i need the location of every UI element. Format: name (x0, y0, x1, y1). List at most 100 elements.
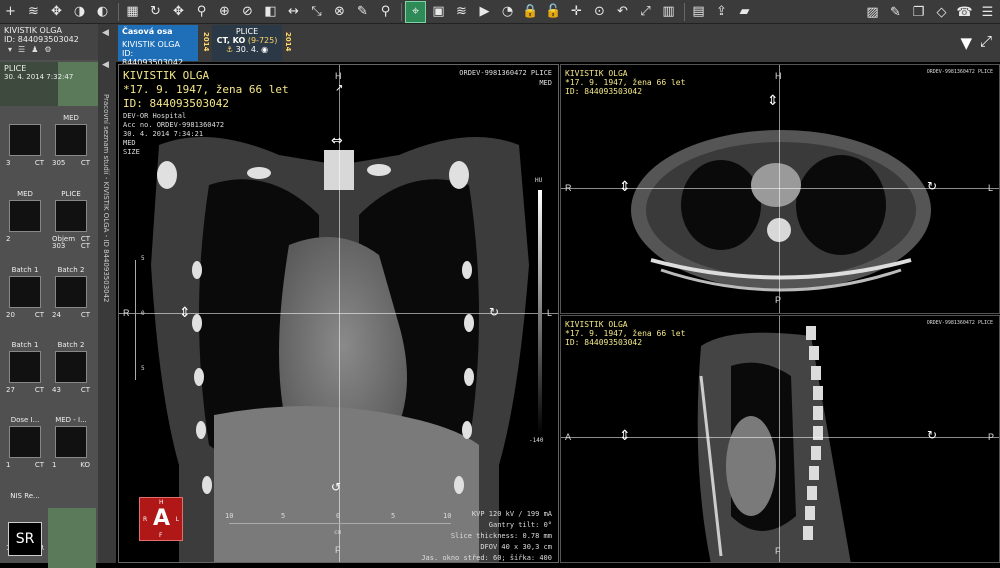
rotate-handle-bottom-icon[interactable]: ↺ (331, 480, 341, 494)
pdf-icon[interactable]: ▤ (688, 1, 709, 23)
tab-plice[interactable]: PLICE CT, KO (9-725) ⚓ 30. 4. ◉ (212, 25, 282, 61)
add-icon[interactable]: + (0, 1, 21, 23)
viewport-coronal[interactable]: KIVISTIK OLGA *17. 9. 1947, žena 66 let … (118, 64, 559, 563)
series-image (9, 276, 41, 308)
collapse-left-icon[interactable]: ◀ (102, 28, 109, 38)
series-thumbnail[interactable]: MED 2 (2, 190, 48, 262)
cine-icon[interactable]: ◔ (497, 1, 518, 23)
series-image (9, 351, 41, 383)
compare-icon[interactable]: ▥ (658, 1, 679, 23)
series-thumbnail[interactable]: 3 CT (2, 114, 48, 186)
zoom-region-icon[interactable]: ⊕ (214, 1, 235, 23)
viewport-sagittal[interactable]: KIVISTIK OLGA *17. 9. 1947, žena 66 let … (560, 315, 1000, 563)
target-icon[interactable]: ⊙ (589, 1, 610, 23)
series-thumbnail[interactable]: 303 CT (48, 190, 94, 262)
grid-layout-icon[interactable]: ▦ (122, 1, 143, 23)
rotate-icon[interactable]: ↻ (145, 1, 166, 23)
crosshair-icon[interactable]: ✛ (566, 1, 587, 23)
play-icon[interactable]: ▶ (474, 1, 495, 23)
axes-icon[interactable]: ⤡ (306, 1, 327, 23)
pencil-icon[interactable]: ✎ (885, 1, 906, 23)
series-caption: NIS Re... (10, 492, 40, 500)
series-caption: MED - I... (55, 416, 87, 424)
series-thumbnail[interactable]: Batch 2 43 CT (48, 341, 94, 413)
cube-icon[interactable]: ◇ (931, 1, 952, 23)
orientation-cube[interactable]: H R A L F (139, 497, 183, 541)
image-icon[interactable]: ▨ (862, 1, 883, 23)
series-image (55, 351, 87, 383)
zoom-icon[interactable]: ⚲ (191, 1, 212, 23)
contrast-icon[interactable]: ◑ (69, 1, 90, 23)
toolbar-separator (401, 2, 402, 21)
series-caption: MED (17, 190, 33, 198)
series-thumbnail[interactable]: Batch 1 27 CT (2, 341, 48, 413)
move-icon[interactable]: ✥ (46, 1, 67, 23)
ov-hospital: DEV-OR Hospital (123, 112, 187, 120)
viewport-axial[interactable]: KIVISTIK OLGA *17. 9. 1947, žena 66 let … (560, 64, 1000, 314)
ax-resize-left-icon[interactable]: ⇕ (619, 179, 631, 195)
lock-icon[interactable]: 🔒 (520, 1, 541, 23)
folder-icon[interactable]: ▰ (734, 1, 755, 23)
xy-icon[interactable]: ⤢ (635, 1, 656, 23)
ov-acc: Acc no. ORDEV-9981360472 (123, 121, 225, 129)
series-thumbnail[interactable]: Batch 1 20 CT (2, 266, 48, 338)
ax-resize-icon[interactable]: ⇕ (767, 93, 779, 109)
tab-timeline[interactable]: Časová osa KIVISTIK OLGA ID: 84409350304… (118, 25, 198, 67)
ax-orient-bottom: P (775, 295, 782, 305)
pin-icon[interactable]: ⚲ (375, 1, 396, 23)
eye-icon: ◉ (261, 45, 269, 54)
series-thumbnail[interactable]: Dose I... 1 CT (2, 416, 48, 488)
ax-rotate-icon[interactable]: ↻ (927, 179, 937, 193)
fullscreen-icon[interactable]: ⤢ (980, 32, 992, 50)
study-header[interactable]: PLICE 30. 4. 2014 7:32:47 (0, 62, 98, 106)
no-annotations-icon[interactable]: ✎ (352, 1, 373, 23)
cube-top: H (159, 499, 164, 506)
series-count: 1 (6, 461, 11, 469)
diagonal-arrow-icon[interactable]: ↗ (335, 83, 343, 94)
ax-orient-right: L (988, 183, 994, 193)
horizontal-resize-icon[interactable]: ⇔ (331, 133, 343, 149)
rotate-handle-icon[interactable]: ↻ (489, 305, 499, 319)
hscale-unit: cm (334, 529, 342, 536)
half-contrast-icon[interactable]: ◧ (260, 1, 281, 23)
tab-timeline-title: Časová osa (122, 27, 173, 36)
lock2-icon[interactable]: 🔓 (543, 1, 564, 23)
info-window: Jas. okno střed: 60; šířka: 400 (421, 554, 552, 562)
menu-icon[interactable]: ☰ (977, 1, 998, 23)
pan-icon[interactable]: ✥ (168, 1, 189, 23)
windows-icon[interactable]: ❐ (908, 1, 929, 23)
chevron-down-icon[interactable]: ▾ (8, 45, 12, 54)
distance-icon[interactable]: ↔ (283, 1, 304, 23)
expand-left-icon[interactable]: ◀ (102, 60, 109, 70)
window-level-bar[interactable] (538, 190, 542, 435)
list-icon[interactable]: ☰ (18, 45, 25, 54)
export-icon[interactable]: ⇪ (711, 1, 732, 23)
toolbar-separator (118, 2, 119, 21)
ax-crosshair-v[interactable] (779, 65, 780, 313)
save-icon[interactable]: ▣ (428, 1, 449, 23)
layers-icon[interactable]: ≋ (23, 1, 44, 23)
gear-icon[interactable]: ⚙ (44, 45, 51, 54)
worklist-strip[interactable]: ◀ ◀ Pracovní seznam studií - KIVISTIK OL… (98, 24, 116, 563)
filter-icon[interactable]: ▼ (960, 34, 972, 52)
series-thumbnail[interactable]: MED 305 CT (48, 114, 94, 186)
series-thumbnail[interactable]: MED - I... 1 KO (48, 416, 94, 488)
select-icon[interactable]: ⌖ (405, 0, 426, 23)
window-level-icon[interactable]: ◐ (92, 1, 113, 23)
series-thumbnail[interactable]: Batch 2 24 CT (48, 266, 94, 338)
invert-icon[interactable]: ⊘ (237, 1, 258, 23)
reset-icon[interactable]: ⊗ (329, 1, 350, 23)
sag-crosshair-v[interactable] (779, 316, 780, 562)
sag-resize-icon[interactable]: ⇕ (619, 428, 631, 444)
hscale-1: 5 (281, 512, 286, 520)
phone-icon[interactable]: ☎ (954, 1, 975, 23)
person-icon[interactable]: ♟ (31, 45, 38, 54)
sr-thumbnail[interactable]: SR (8, 522, 42, 556)
vertical-resize-icon[interactable]: ⇕ (179, 305, 191, 321)
series-count: 24 (52, 311, 61, 319)
series-image (55, 276, 87, 308)
undo-icon[interactable]: ↶ (612, 1, 633, 23)
sag-rotate-icon[interactable]: ↻ (927, 428, 937, 442)
patient-header[interactable]: KIVISTIK OLGA ID: 844093503042 ▾ ☰ ♟ ⚙ (0, 24, 98, 60)
stack-icon[interactable]: ≋ (451, 1, 472, 23)
